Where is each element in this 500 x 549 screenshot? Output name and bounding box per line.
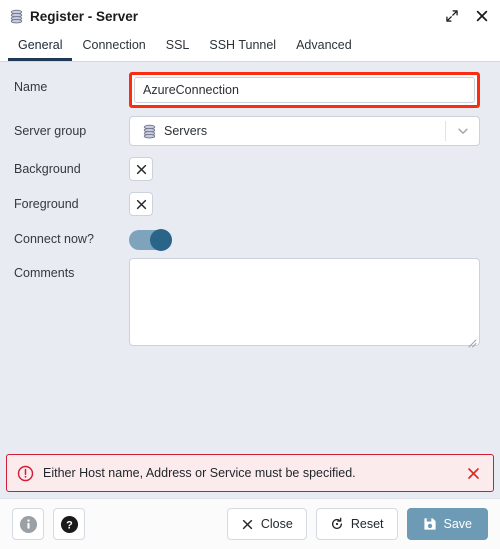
server-stack-icon	[142, 124, 157, 139]
name-row: Name	[14, 72, 480, 108]
close-x-icon	[135, 198, 148, 211]
register-server-dialog: Register - Server General Connection SSL	[0, 0, 500, 549]
error-close-icon[interactable]	[466, 466, 481, 481]
tab-connection[interactable]: Connection	[72, 32, 155, 61]
save-button-label: Save	[444, 517, 473, 531]
close-button-label: Close	[261, 517, 293, 531]
close-x-icon	[241, 518, 254, 531]
alert-circle-icon	[17, 465, 34, 482]
window-title: Register - Server	[30, 9, 138, 24]
help-circle-icon: ?	[60, 515, 79, 534]
foreground-label: Foreground	[14, 189, 129, 213]
name-field-wrap	[129, 72, 480, 108]
name-input[interactable]	[134, 77, 475, 103]
connect-now-field-wrap	[129, 224, 480, 250]
server-group-field-wrap: Servers	[129, 116, 480, 146]
reset-button-label: Reset	[351, 517, 384, 531]
save-button[interactable]: Save	[407, 508, 489, 540]
reset-button[interactable]: Reset	[316, 508, 398, 540]
close-x-icon	[135, 163, 148, 176]
dialog-footer: ? Close Reset	[0, 498, 500, 549]
comments-field-wrap	[129, 258, 480, 351]
background-clear-button[interactable]	[129, 157, 153, 181]
name-label: Name	[14, 72, 129, 96]
server-group-select[interactable]: Servers	[129, 116, 480, 146]
title-bar-actions	[444, 8, 490, 24]
foreground-row: Foreground	[14, 189, 480, 216]
background-label: Background	[14, 154, 129, 178]
title-bar-left: Register - Server	[9, 9, 444, 24]
server-stack-icon	[9, 9, 24, 24]
tab-advanced[interactable]: Advanced	[286, 32, 362, 61]
reset-icon	[330, 517, 344, 531]
name-validation-ring	[129, 72, 480, 108]
general-tab-panel: Name Server group	[0, 62, 500, 454]
tab-ssh-tunnel[interactable]: SSH Tunnel	[199, 32, 286, 61]
background-row: Background	[14, 154, 480, 181]
error-banner: Either Host name, Address or Service mus…	[6, 454, 494, 492]
comments-row: Comments	[14, 258, 480, 351]
foreground-field-wrap	[129, 189, 480, 216]
help-button[interactable]: ?	[53, 508, 85, 540]
info-circle-icon	[19, 515, 38, 534]
foreground-clear-button[interactable]	[129, 192, 153, 216]
save-disk-icon	[423, 517, 437, 531]
server-group-label: Server group	[14, 116, 129, 140]
server-group-value: Servers	[164, 124, 207, 138]
toggle-knob	[150, 229, 172, 251]
connect-now-row: Connect now?	[14, 224, 480, 250]
server-group-value-wrap: Servers	[142, 124, 207, 139]
title-bar: Register - Server	[0, 0, 500, 32]
info-button[interactable]	[12, 508, 44, 540]
tab-bar: General Connection SSL SSH Tunnel Advanc…	[0, 32, 500, 62]
chevron-down-icon[interactable]	[445, 121, 479, 141]
server-group-row: Server group Servers	[14, 116, 480, 146]
error-message: Either Host name, Address or Service mus…	[34, 466, 466, 480]
svg-text:?: ?	[66, 519, 73, 531]
background-field-wrap	[129, 154, 480, 181]
connect-now-label: Connect now?	[14, 224, 129, 248]
comments-label: Comments	[14, 258, 129, 282]
tab-ssl[interactable]: SSL	[156, 32, 200, 61]
expand-icon[interactable]	[444, 8, 460, 24]
connect-now-toggle[interactable]	[129, 230, 171, 250]
close-button[interactable]: Close	[227, 508, 307, 540]
close-icon[interactable]	[474, 8, 490, 24]
tab-general[interactable]: General	[8, 32, 72, 61]
comments-textarea[interactable]	[129, 258, 480, 346]
